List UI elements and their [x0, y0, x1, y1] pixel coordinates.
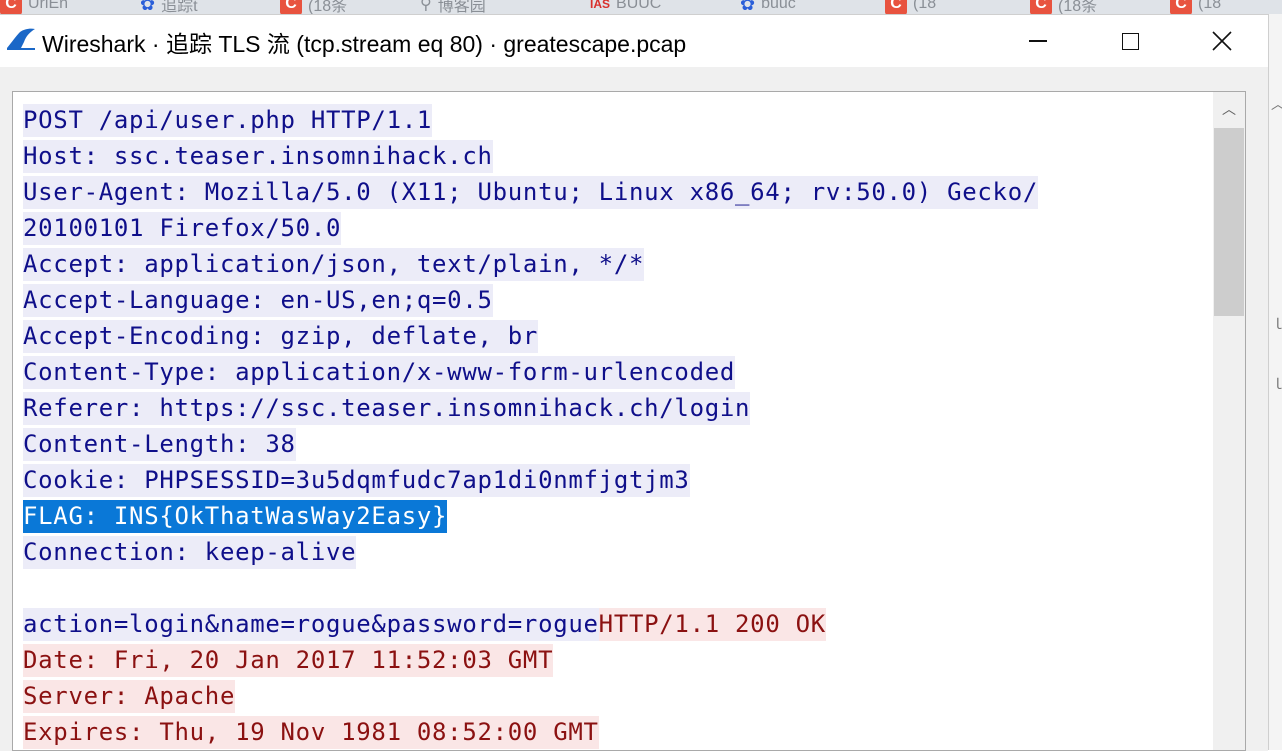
stream-line: Accept: application/json, text/plain, */…	[23, 246, 1219, 282]
title-bar[interactable]: Wireshark · 追踪 TLS 流 (tcp.stream eq 80) …	[0, 15, 1268, 67]
baidu-paw-icon: ✿	[740, 0, 756, 14]
vertical-scrollbar[interactable]: ︿	[1213, 92, 1245, 750]
maximize-icon	[1121, 32, 1139, 50]
server-text: Date: Fri, 20 Jan 2017 11:52:03 GMT	[23, 644, 554, 677]
client-text: User-Agent: Mozilla/5.0 (X11; Ubuntu; Li…	[23, 176, 1038, 209]
background-tab-label: (18	[1198, 0, 1222, 12]
client-text: Cookie: PHPSESSID=3u5dqmfudc7ap1di0nmfjg…	[23, 464, 690, 497]
background-tab[interactable]: ⚲ 博客园	[420, 0, 486, 14]
stream-line: User-Agent: Mozilla/5.0 (X11; Ubuntu; Li…	[23, 174, 1219, 210]
maximize-button[interactable]	[1084, 15, 1176, 67]
csdn-icon: C	[1170, 0, 1192, 14]
background-tab[interactable]: C (18	[885, 0, 936, 14]
csdn-icon: C	[1030, 0, 1052, 14]
stream-line: action=login&name=rogue&password=rogueHT…	[23, 606, 1219, 642]
scrollbar-thumb[interactable]	[1214, 128, 1244, 316]
client-text: Accept-Language: en-US,en;q=0.5	[23, 284, 493, 317]
background-tab[interactable]: C (18条	[1030, 0, 1097, 14]
stream-line: Server: Apache	[23, 678, 1219, 714]
client-text: Content-Type: application/x-www-form-url…	[23, 356, 736, 389]
background-tab-label: (18条	[1058, 0, 1098, 14]
background-tab-label: 博客园	[437, 0, 486, 14]
client-text: Content-Length: 38	[23, 428, 296, 461]
stream-line: Expires: Thu, 19 Nov 1981 08:52:00 GMT	[23, 714, 1219, 750]
stream-line: Content-Type: application/x-www-form-url…	[23, 354, 1219, 390]
background-tab-label: BUUC	[616, 0, 662, 12]
background-tab[interactable]: ✿ 追踪t	[140, 0, 198, 14]
csdn-icon: C	[280, 0, 302, 14]
background-window-edge: ︿ ｌ ｌ	[1268, 14, 1282, 750]
client-text: action=login&name=rogue&password=rogue	[23, 608, 599, 641]
background-tab-label: UrlEn	[28, 0, 69, 12]
stream-line: Connection: keep-alive	[23, 534, 1219, 570]
background-tab[interactable]: ✿ buuc	[740, 0, 796, 14]
background-tab[interactable]: C (18	[1170, 0, 1221, 14]
client-text: Host: ssc.teaser.insomnihack.ch	[23, 140, 493, 173]
baidu-paw-icon: ✿	[140, 0, 156, 14]
minimize-icon	[1029, 40, 1047, 42]
client-text: Accept: application/json, text/plain, */…	[23, 248, 645, 281]
background-browser-tabs: C UrlEn ✿ 追踪t C (18条 ⚲ 博客园 IAS BUUC ✿ buuc C (18 C (18条…	[0, 0, 1282, 14]
server-text: HTTP/1.1 200 OK	[598, 608, 826, 641]
background-tab[interactable]: C UrlEn	[0, 0, 68, 14]
client-text: 20100101 Firefox/50.0	[23, 212, 342, 245]
client-text: Connection: keep-alive	[23, 536, 357, 569]
client-text: Accept-Encoding: gzip, deflate, br	[23, 320, 539, 353]
stream-line: Accept-Encoding: gzip, deflate, br	[23, 318, 1219, 354]
stream-line	[23, 570, 1219, 606]
csdn-icon: C	[0, 0, 22, 14]
buuctf-icon: IAS	[590, 0, 611, 11]
stream-lines: POST /api/user.php HTTP/1.1 Host: ssc.tea…	[23, 102, 1219, 750]
window-title: Wireshark · 追踪 TLS 流 (tcp.stream eq 80) …	[42, 31, 687, 57]
background-tab-label: 追踪t	[161, 0, 198, 14]
client-text: Referer: https://ssc.teaser.insomnihack.…	[23, 392, 751, 425]
chevron-up-icon[interactable]: ︿	[1213, 92, 1245, 126]
background-tab[interactable]: IAS BUUC	[590, 0, 661, 14]
csdn-icon: C	[885, 0, 907, 14]
selected-text: FLAG: INS{OkThatWasWay2Easy}	[23, 500, 448, 533]
stream-line: Date: Fri, 20 Jan 2017 11:52:03 GMT	[23, 642, 1219, 678]
background-tab[interactable]: C (18条	[280, 0, 347, 14]
stream-line: Content-Length: 38	[23, 426, 1219, 462]
close-icon	[1212, 31, 1232, 51]
background-tab-label: (18条	[308, 0, 348, 14]
wireshark-fin-icon	[7, 28, 35, 50]
server-text: Expires: Thu, 19 Nov 1981 08:52:00 GMT	[23, 716, 599, 749]
background-tab-label: buuc	[761, 0, 796, 12]
stream-line: Accept-Language: en-US,en;q=0.5	[23, 282, 1219, 318]
stream-line: POST /api/user.php HTTP/1.1	[23, 102, 1219, 138]
stream-line: Referer: https://ssc.teaser.insomnihack.…	[23, 390, 1219, 426]
stream-line: Cookie: PHPSESSID=3u5dqmfudc7ap1di0nmfjg…	[23, 462, 1219, 498]
stream-line: 20100101 Firefox/50.0	[23, 210, 1219, 246]
follow-stream-window: Wireshark · 追踪 TLS 流 (tcp.stream eq 80) …	[0, 14, 1268, 751]
server-text: Server: Apache	[23, 680, 236, 713]
close-button[interactable]	[1176, 15, 1268, 67]
stream-line: FLAG: INS{OkThatWasWay2Easy}	[23, 498, 1219, 534]
search-icon: ⚲	[420, 0, 432, 13]
background-tab-label: (18	[913, 0, 937, 12]
stream-content-text-area[interactable]: POST /api/user.php HTTP/1.1 Host: ssc.tea…	[12, 91, 1246, 751]
client-text: POST /api/user.php HTTP/1.1	[23, 104, 433, 137]
minimize-button[interactable]	[992, 15, 1084, 67]
stream-line: Host: ssc.teaser.insomnihack.ch	[23, 138, 1219, 174]
